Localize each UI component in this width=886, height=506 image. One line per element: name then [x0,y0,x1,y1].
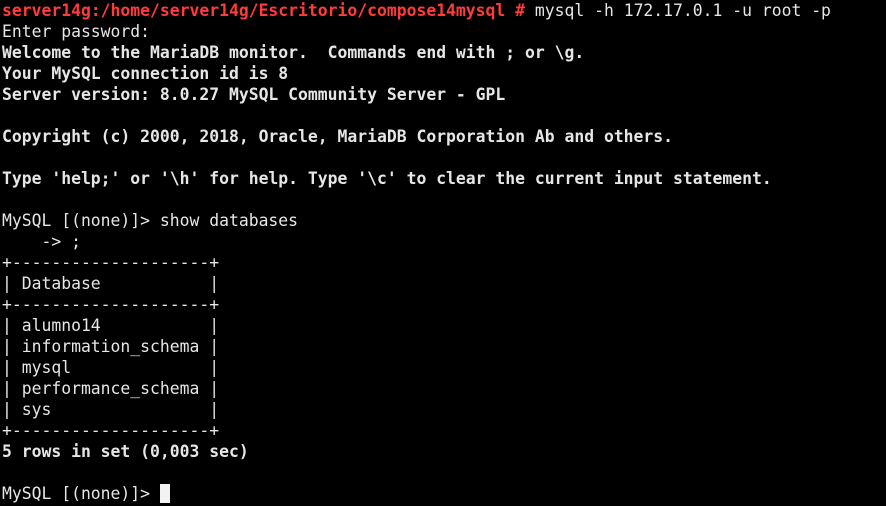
text-cursor [159,484,170,503]
query-continuation-line: -> ; [2,232,81,251]
final-prompt: MySQL [(none)]> [2,484,160,503]
result-summary: 5 rows in set (0,003 sec) [2,442,249,461]
table-header: | Database | [2,274,220,293]
query-prompt-line: MySQL [(none)]> show databases [2,211,299,230]
password-prompt: Enter password: [2,22,151,41]
table-row: | sys | [2,400,220,419]
shell-command-line: server14g:/home/server14g/Escritorio/com… [2,0,886,21]
table-border-bottom: +--------------------+ [2,421,220,440]
table-border-top: +--------------------+ [2,253,220,272]
shell-prompt: server14g:/home/server14g/Escritorio/com… [2,1,526,20]
table-row: | alumno14 | [2,316,220,335]
table-border-header: +--------------------+ [2,295,220,314]
table-row: | performance_schema | [2,379,220,398]
server-version: Server version: 8.0.27 MySQL Community S… [2,85,506,104]
terminal-window[interactable]: server14g:/home/server14g/Escritorio/com… [0,0,886,506]
connection-id: Your MySQL connection id is 8 [2,64,289,83]
table-row: | mysql | [2,358,220,377]
shell-command: mysql -h 172.17.0.1 -u root -p [525,1,831,20]
table-row: | information_schema | [2,337,220,356]
welcome-message: Welcome to the MariaDB monitor. Commands… [2,43,585,62]
final-prompt-line[interactable]: MySQL [(none)]> [2,483,886,504]
copyright-notice: Copyright (c) 2000, 2018, Oracle, MariaD… [2,127,674,146]
help-message: Type 'help;' or '\h' for help. Type '\c'… [2,169,772,188]
